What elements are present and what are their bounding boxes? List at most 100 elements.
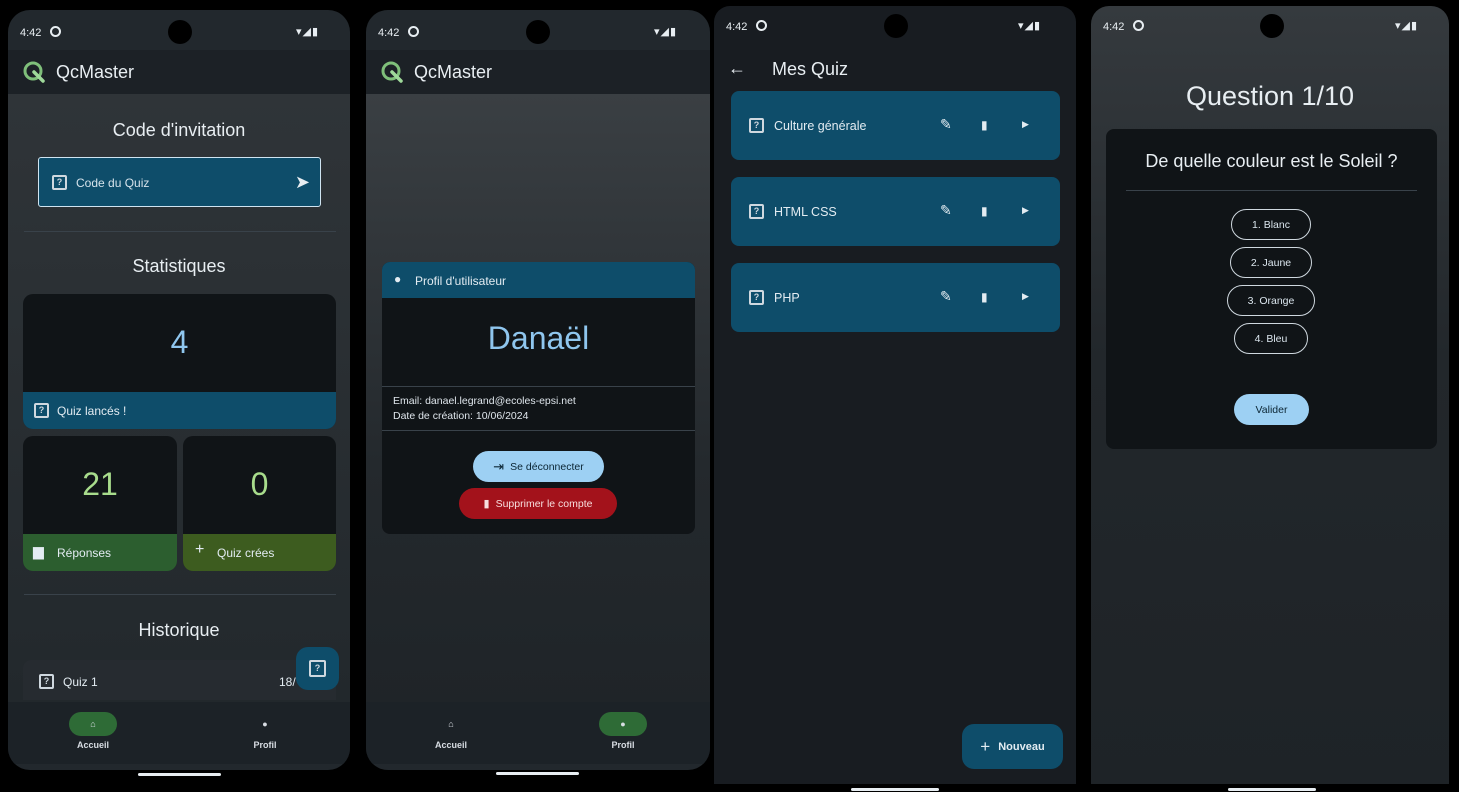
app-title: QcMaster — [414, 62, 493, 82]
answers-label: Réponses — [57, 546, 112, 560]
delete-icon[interactable]: ▮ — [981, 118, 988, 132]
validate-label: Valider — [1255, 403, 1288, 416]
section-divider — [24, 231, 336, 232]
quiz-book-icon: ? — [39, 674, 54, 689]
answer-option[interactable]: 3. Orange — [1227, 285, 1315, 316]
delete-account-button[interactable]: ▮ Supprimer le compte — [459, 488, 617, 519]
trash-icon: ▮ — [483, 498, 490, 510]
new-quiz-label: Nouveau — [998, 740, 1045, 753]
chat-icon: ▆ — [33, 543, 44, 559]
wifi-signal-battery-icon: ▾◢▮ — [1395, 20, 1419, 32]
quiz-launched-card: 4 ? Quiz lancés ! — [23, 294, 336, 429]
person-icon: ● — [262, 719, 268, 729]
new-quiz-button[interactable]: + Nouveau — [962, 724, 1063, 769]
logout-button[interactable]: ⇥ Se déconnecter — [473, 451, 604, 482]
delete-icon[interactable]: ▮ — [981, 290, 988, 304]
quiz-item-label: HTML CSS — [774, 205, 837, 219]
person-icon: ● — [394, 272, 402, 286]
quiz-book-icon: ? — [52, 175, 67, 190]
answers-footer: ▆ Réponses — [23, 534, 177, 571]
nav-home-label: Accueil — [76, 740, 109, 750]
play-icon[interactable]: ▶ — [1022, 205, 1029, 216]
camera-cutout — [884, 14, 908, 38]
screen-home-surface: 4:42 ▾◢▮ QcMaster Code d'invitation ? Co… — [8, 10, 350, 770]
play-icon[interactable]: ▶ — [1022, 291, 1029, 302]
answer-option[interactable]: 1. Blanc — [1231, 209, 1311, 240]
created-label: Quiz crées — [217, 546, 275, 560]
profile-divider — [382, 386, 695, 387]
history-heading: Historique — [138, 620, 220, 640]
screen-my-quizzes-surface: 4:42 ▾◢▮ ← Mes Quiz ? Culture générale ✎ ▮ ▶… — [714, 6, 1076, 784]
logout-icon: ⇥ — [493, 458, 505, 474]
play-icon[interactable]: ▶ — [1022, 119, 1029, 130]
answer-option-label: 3. Orange — [1247, 294, 1295, 307]
home-icon: ⌂ — [69, 712, 117, 736]
camera-cutout — [526, 20, 550, 44]
quiz-book-icon: ? — [749, 118, 764, 133]
quiz-item-label: PHP — [774, 291, 800, 305]
stats-heading: Statistiques — [132, 256, 226, 276]
gesture-bar — [496, 772, 579, 775]
wifi-signal-battery-icon: ▾◢▮ — [654, 26, 678, 38]
bottom-navigation: ⌂ Accueil ● Profil — [8, 702, 350, 764]
invite-heading: Code d'invitation — [112, 120, 246, 140]
question-text: De quelle couleur est le Soleil ? — [1145, 151, 1398, 171]
nav-home[interactable]: ⌂ Accueil — [48, 712, 138, 750]
qcmaster-logo-icon — [23, 61, 45, 83]
created-count: 0 — [250, 466, 269, 502]
nav-profile[interactable]: ● Profil — [220, 712, 310, 750]
edit-icon[interactable]: ✎ — [940, 116, 952, 133]
user-name: Danaël — [487, 320, 590, 356]
quiz-book-icon: ? — [749, 290, 764, 305]
wifi-signal-battery-icon: ▾◢▮ — [296, 26, 320, 38]
quiz-launched-count: 4 — [170, 324, 189, 360]
screen-profile: 4:42 ▾◢▮ QcMaster ● Profil d'utilisateur… — [358, 0, 712, 792]
quiz-list-item[interactable]: ? HTML CSS ✎ ▮ ▶ — [731, 177, 1060, 246]
user-created-date: Date de création: 10/06/2024 — [393, 410, 529, 422]
user-email: Email: danael.legrand@ecoles-epsi.net — [393, 395, 576, 407]
nav-home-label: Accueil — [434, 740, 467, 750]
nav-profile[interactable]: ● Profil — [578, 712, 668, 750]
person-icon: ● — [599, 712, 647, 736]
quiz-book-icon: ? — [34, 403, 49, 418]
dnd-icon — [756, 20, 767, 31]
question-counter: Question 1/10 — [1185, 81, 1355, 111]
invite-code-field[interactable]: ? Code du Quiz ➤ — [38, 157, 321, 207]
app-bar: QcMaster — [366, 50, 710, 94]
quiz-list-item[interactable]: ? PHP ✎ ▮ ▶ — [731, 263, 1060, 332]
quiz-item-label: Culture générale — [774, 119, 867, 133]
quiz-list-item[interactable]: ? Culture générale ✎ ▮ ▶ — [731, 91, 1060, 160]
delete-icon[interactable]: ▮ — [981, 204, 988, 218]
wifi-signal-battery-icon: ▾◢▮ — [1018, 20, 1042, 32]
screen-question: 4:42 ▾◢▮ Question 1/10 De quelle couleur… — [1085, 0, 1459, 792]
answer-option[interactable]: 4. Bleu — [1234, 323, 1308, 354]
question-divider — [1126, 190, 1417, 191]
join-quiz-fab[interactable]: ? — [296, 647, 339, 690]
status-time: 4:42 — [1103, 21, 1125, 33]
history-item-date: 18/ — [279, 675, 296, 689]
nav-home[interactable]: ⌂ Accueil — [406, 712, 496, 750]
back-arrow-icon[interactable]: ← — [728, 58, 746, 79]
home-icon: ⌂ — [448, 719, 454, 729]
validate-button[interactable]: Valider — [1234, 394, 1309, 425]
answer-option[interactable]: 2. Jaune — [1230, 247, 1312, 278]
bottom-navigation: ⌂ Accueil ● Profil — [366, 702, 710, 764]
logout-label: Se déconnecter — [510, 460, 584, 473]
answer-option-label: 4. Bleu — [1254, 332, 1288, 345]
history-item[interactable]: ? Quiz 1 18/ — [23, 660, 336, 700]
status-time: 4:42 — [378, 27, 400, 39]
history-item-label: Quiz 1 — [63, 675, 98, 689]
profile-card-header: ● Profil d'utilisateur — [382, 262, 695, 298]
created-footer: + Quiz crées — [183, 534, 336, 571]
send-icon[interactable]: ➤ — [295, 172, 310, 193]
edit-icon[interactable]: ✎ — [940, 202, 952, 219]
app-bar: QcMaster — [8, 50, 350, 94]
page-title: Mes Quiz — [772, 59, 849, 79]
plus-icon: + — [980, 736, 991, 756]
gesture-bar — [1228, 788, 1316, 791]
camera-cutout — [168, 20, 192, 44]
edit-icon[interactable]: ✎ — [940, 288, 952, 305]
question-card: De quelle couleur est le Soleil ? 1. Bla… — [1106, 129, 1437, 449]
screen-profile-surface: 4:42 ▾◢▮ QcMaster ● Profil d'utilisateur… — [366, 10, 710, 770]
delete-account-label: Supprimer le compte — [495, 497, 593, 510]
